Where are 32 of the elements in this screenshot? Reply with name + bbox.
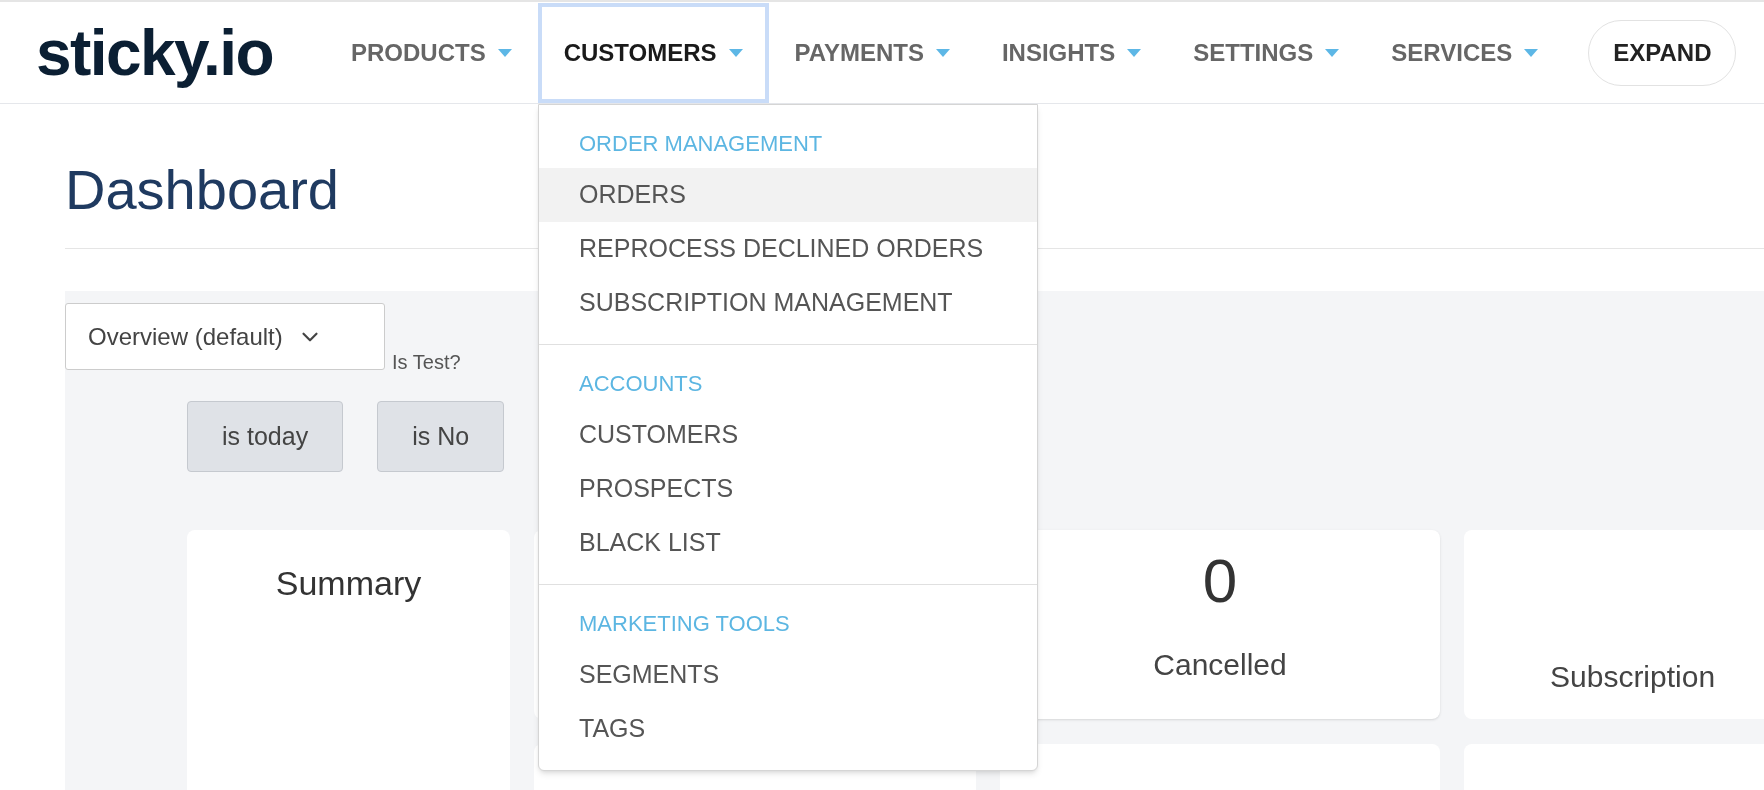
menu-item[interactable]: TAGS — [539, 702, 1037, 756]
menu-item[interactable]: SUBSCRIPTION MANAGEMENT — [539, 276, 1037, 330]
page-title: Dashboard — [65, 162, 339, 218]
caret-icon — [728, 48, 743, 57]
menu-section-heading: ACCOUNTS — [578, 370, 704, 398]
nav-menu-item[interactable]: SETTINGS — [1167, 2, 1366, 103]
menu-item[interactable]: BLACK LIST — [539, 516, 1037, 570]
menu-section-heading: MARKETING TOOLS — [578, 610, 791, 638]
menu-item[interactable]: REPROCESS DECLINED ORDERS — [539, 222, 1037, 276]
nav-menu-item[interactable]: INSIGHTS — [975, 2, 1168, 103]
menu-section-heading: ORDER MANAGEMENT — [578, 130, 824, 158]
view-select[interactable]: Overview (default) — [65, 303, 385, 370]
caret-icon — [497, 48, 512, 57]
caret-icon — [1325, 48, 1340, 57]
nav-menu-item[interactable]: CUSTOMERS — [537, 2, 769, 103]
menu-item[interactable]: PROSPECTS — [539, 462, 1037, 516]
caret-icon — [935, 48, 950, 57]
filter-chip[interactable]: is today — [187, 401, 344, 472]
stat-label: Subscription — [1550, 660, 1716, 693]
menu-item[interactable]: CUSTOMERS — [539, 408, 1037, 462]
nav-menu-item[interactable]: SERVICES — [1365, 2, 1565, 103]
nav-menu-item[interactable]: PRODUCTS — [325, 2, 538, 103]
menu-item[interactable]: SEGMENTS — [539, 648, 1037, 702]
caret-icon — [1127, 48, 1142, 57]
menu-item[interactable]: ORDERS — [539, 168, 1037, 222]
stat-label: Cancelled — [1153, 647, 1287, 683]
caret-icon — [1524, 48, 1539, 57]
stat-value: 0 — [1202, 550, 1238, 612]
nav-menu-item[interactable]: PAYMENTS — [768, 2, 976, 103]
card-title: Summary — [275, 563, 422, 604]
filter-chip[interactable]: is No — [377, 401, 505, 472]
filter-label: Is Test? — [392, 350, 461, 375]
